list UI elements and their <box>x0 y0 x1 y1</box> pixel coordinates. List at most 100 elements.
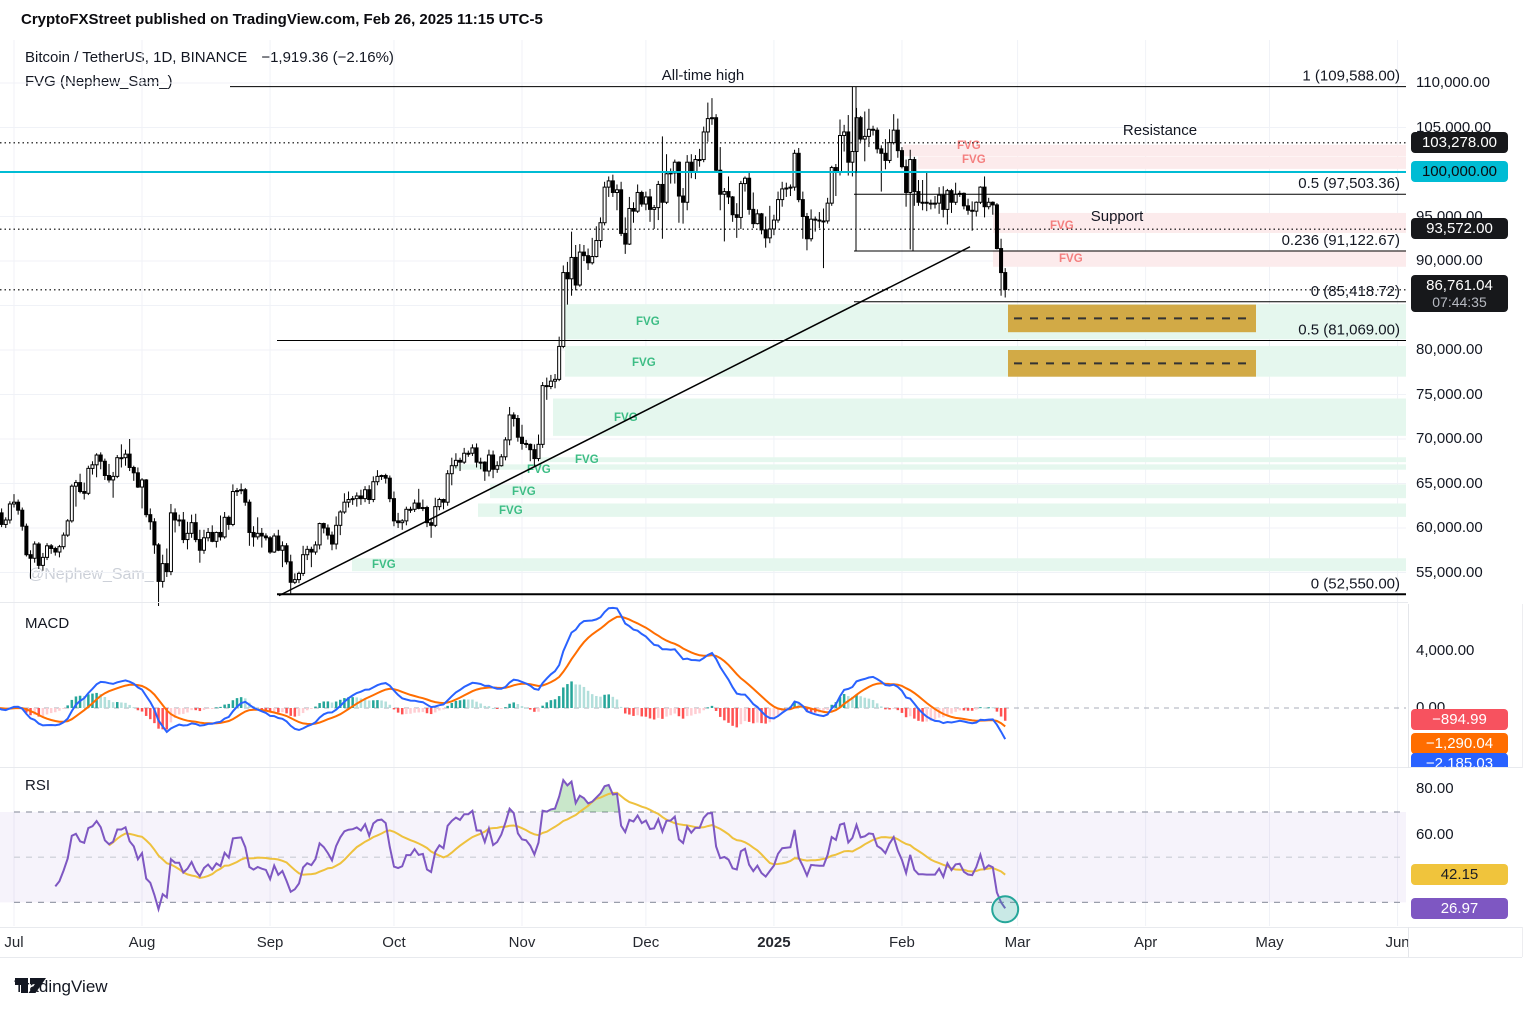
attribution-text: CryptoFXStreet published on TradingView.… <box>21 11 543 28</box>
candle <box>528 443 533 451</box>
macd-histogram-bar <box>70 699 74 708</box>
macd-histogram-bar <box>454 700 458 708</box>
candle <box>400 520 405 524</box>
macd-histogram-bar <box>322 701 325 708</box>
macd-histogram-bar <box>405 708 408 715</box>
price-pane[interactable]: FVG FVG FVG FVG FVG FVG FVG FVG FVG FVG FVG FVG 1 (1… <box>0 40 1408 606</box>
candle <box>24 525 29 556</box>
candle <box>920 201 925 204</box>
macd-histogram-bar <box>421 708 425 713</box>
macd-histogram-bar <box>537 708 540 712</box>
macd-histogram-bar <box>884 708 887 710</box>
candle <box>371 481 376 501</box>
candle <box>949 190 954 203</box>
candle <box>573 256 578 286</box>
candle <box>714 117 719 171</box>
macd-histogram-bar <box>599 696 602 708</box>
candle <box>268 537 273 553</box>
macd-histogram-bar <box>826 708 829 710</box>
time-axis-label: Mar <box>1004 934 1031 951</box>
rsi-scale[interactable]: 80.00 60.00 42.15 26.97 <box>1408 768 1536 927</box>
candle <box>536 443 541 460</box>
candle <box>854 117 859 153</box>
candle <box>701 131 706 161</box>
macd-histogram-bar <box>727 708 730 723</box>
candle <box>895 129 900 152</box>
candle <box>445 473 450 503</box>
macd-histogram-bar <box>875 703 879 708</box>
price-tick: 80,000.00 <box>1416 341 1483 358</box>
macd-pane[interactable] <box>0 604 1408 768</box>
candle <box>614 189 619 193</box>
candle <box>123 453 128 459</box>
candle <box>990 201 995 206</box>
macd-histogram-bar <box>289 708 292 716</box>
macd-histogram-bar <box>227 703 231 708</box>
pane-separator[interactable] <box>0 602 1522 603</box>
macd-histogram-bar <box>888 708 891 710</box>
macd-histogram-bar <box>999 708 1003 717</box>
macd-histogram-bar <box>215 707 218 709</box>
macd-histogram-bar <box>219 706 222 708</box>
candle <box>544 385 549 388</box>
candle <box>420 507 425 510</box>
macd-histogram-bar <box>103 697 107 708</box>
candle <box>69 485 74 522</box>
macd-histogram-bar <box>702 708 705 711</box>
candle <box>623 232 628 245</box>
footer: TradingView <box>14 974 108 1000</box>
macd-histogram-bar <box>698 708 701 714</box>
candle <box>486 454 491 472</box>
rsi-pane[interactable] <box>0 768 1408 926</box>
candle <box>730 196 735 216</box>
candle <box>792 152 797 188</box>
macd-histogram-bar <box>438 708 441 711</box>
macd-histogram-bar <box>574 684 577 708</box>
candle <box>437 499 442 508</box>
macd-histogram-bar <box>318 703 321 708</box>
macd-histogram-bar <box>557 696 561 708</box>
macd-histogram-bar <box>297 708 301 716</box>
macd-histogram-bar <box>586 690 590 708</box>
macd-histogram-bar <box>376 700 379 708</box>
macd-histogram-bar <box>867 698 871 708</box>
macd-scale[interactable]: 4,000.00 0.00 −894.99 −1,290.04 −2,185.03 <box>1408 604 1536 767</box>
candle <box>767 228 772 239</box>
candle <box>937 194 942 204</box>
candle <box>156 544 161 582</box>
candle <box>879 148 884 154</box>
candle <box>899 150 904 168</box>
candle <box>346 499 351 503</box>
candle <box>862 135 867 140</box>
candle <box>263 535 268 539</box>
candle <box>49 545 54 549</box>
macd-histogram-bar <box>467 699 470 708</box>
candle <box>0 512 4 525</box>
candle <box>478 461 483 464</box>
candle <box>784 187 789 190</box>
candle <box>577 251 582 286</box>
macd-histogram-bar <box>752 708 755 724</box>
macd-histogram-bar <box>491 707 495 709</box>
macd-value-badge: −894.99 <box>1411 709 1508 730</box>
candle <box>53 547 58 553</box>
pane-separator[interactable] <box>0 767 1522 768</box>
macd-histogram-bar <box>685 708 689 717</box>
time-axis[interactable]: Jul Aug Sep Oct Nov Dec 2025 Feb Mar Apr May Jun <box>0 928 1408 957</box>
macd-histogram-bar <box>657 708 660 718</box>
candle <box>499 456 504 467</box>
candle <box>569 256 574 280</box>
price-scale[interactable]: 110,000.00105,000.00100,000.0095,000.009… <box>1408 40 1536 604</box>
fvg-zone-label: FVG <box>962 154 986 166</box>
fib-level-label: 0.5 (81,069.00) <box>1298 321 1400 338</box>
candle <box>387 477 392 500</box>
candle <box>338 511 343 526</box>
macd-histogram-bar <box>136 708 140 711</box>
candle <box>718 169 723 195</box>
macd-histogram-bar <box>723 708 726 721</box>
macd-histogram-bar <box>380 700 383 708</box>
candle <box>82 491 87 494</box>
fib-level-label: 0 (85,418.72) <box>1311 283 1400 300</box>
macd-histogram-bar <box>892 708 895 709</box>
macd-histogram-bar <box>690 708 693 716</box>
